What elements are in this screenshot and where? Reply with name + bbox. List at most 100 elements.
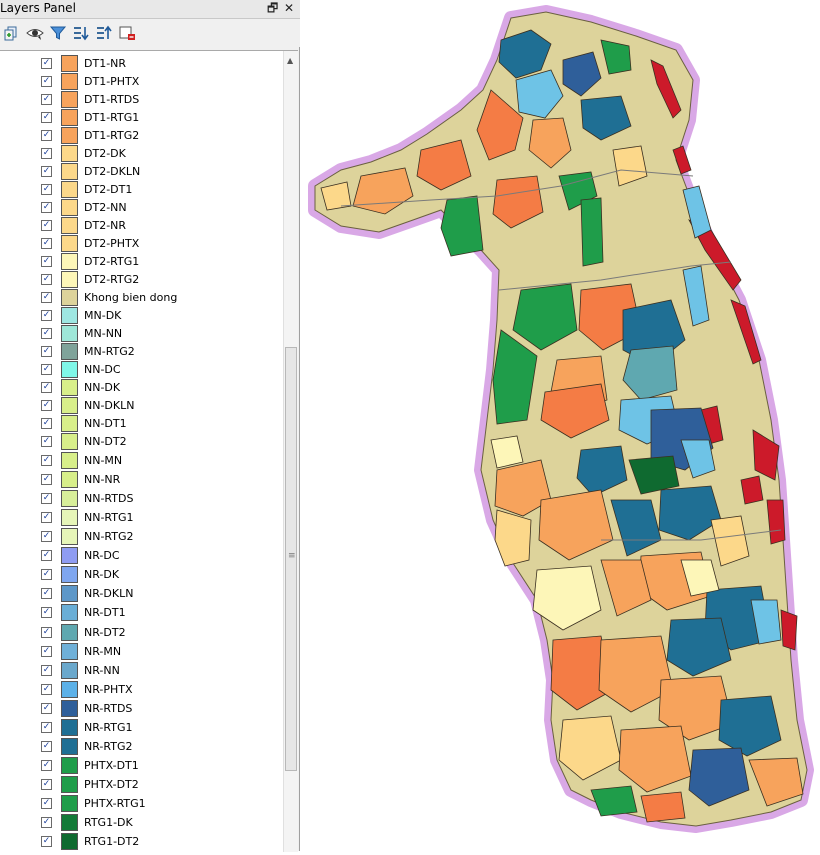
layer-row[interactable]: ✓ PHTX-DT2	[0, 776, 283, 794]
layer-row[interactable]: ✓ NN-MN	[0, 452, 283, 470]
layer-visibility-checkbox[interactable]: ✓	[41, 400, 52, 411]
layer-visibility-checkbox[interactable]: ✓	[41, 382, 52, 393]
layer-row[interactable]: ✓ DT2-RTG1	[0, 253, 283, 271]
layer-row[interactable]: ✓ MN-DK	[0, 307, 283, 325]
layer-row[interactable]: ✓ DT2-NR	[0, 217, 283, 235]
layer-visibility-checkbox[interactable]: ✓	[41, 455, 52, 466]
layer-row[interactable]: ✓ NR-DK	[0, 566, 283, 584]
layer-list[interactable]: ✓ DT1-NR ✓ DT1-PHTX ✓ DT1-RTDS ✓ DT1-RTG1 ✓ DT1-R…	[0, 50, 298, 852]
layer-row[interactable]: ✓ DT2-RTG2	[0, 271, 283, 289]
remove-layer-icon[interactable]	[118, 24, 136, 42]
layer-visibility-checkbox[interactable]: ✓	[41, 550, 52, 561]
layer-row[interactable]: ✓ DT1-NR	[0, 55, 283, 73]
layer-visibility-checkbox[interactable]: ✓	[41, 166, 52, 177]
layer-row[interactable]: ✓ DT2-DKLN	[0, 163, 283, 181]
layer-visibility-checkbox[interactable]: ✓	[41, 418, 52, 429]
layer-row[interactable]: ✓ NR-DC	[0, 547, 283, 565]
layer-visibility-checkbox[interactable]: ✓	[41, 512, 52, 523]
scroll-up-arrow-icon[interactable]: ▲	[287, 56, 293, 65]
layer-visibility-checkbox[interactable]: ✓	[41, 220, 52, 231]
layer-visibility-checkbox[interactable]: ✓	[41, 665, 52, 676]
layer-row[interactable]: ✓ NR-MN	[0, 643, 283, 661]
layer-row[interactable]: ✓ DT2-PHTX	[0, 235, 283, 253]
layer-row[interactable]: ✓ DT2-NN	[0, 199, 283, 217]
layer-row[interactable]: ✓ NN-DT2	[0, 433, 283, 451]
layer-visibility-checkbox[interactable]: ✓	[41, 817, 52, 828]
layer-row[interactable]: ✓ DT1-RTG1	[0, 109, 283, 127]
expand-all-icon[interactable]	[72, 24, 90, 42]
layer-visibility-checkbox[interactable]: ✓	[41, 256, 52, 267]
layer-row[interactable]: ✓ DT1-PHTX	[0, 73, 283, 91]
layer-row[interactable]: ✓ Khong bien dong	[0, 289, 283, 307]
layer-row[interactable]: ✓ NR-DT1	[0, 604, 283, 622]
layer-visibility-checkbox[interactable]: ✓	[41, 328, 52, 339]
layer-visibility-checkbox[interactable]: ✓	[41, 493, 52, 504]
layer-visibility-checkbox[interactable]: ✓	[41, 94, 52, 105]
close-icon[interactable]: ✕	[284, 1, 294, 15]
layer-visibility-checkbox[interactable]: ✓	[41, 364, 52, 375]
collapse-all-icon[interactable]	[95, 24, 113, 42]
layer-row[interactable]: ✓ DT1-RTDS	[0, 91, 283, 109]
layer-visibility-checkbox[interactable]: ✓	[41, 148, 52, 159]
layer-visibility-checkbox[interactable]: ✓	[41, 779, 52, 790]
layer-row[interactable]: ✓ NN-RTG2	[0, 528, 283, 546]
scrollbar-thumb[interactable]: ≡	[285, 347, 297, 771]
layer-visibility-checkbox[interactable]: ✓	[41, 346, 52, 357]
layer-row[interactable]: ✓ RTG1-DK	[0, 814, 283, 832]
layer-row[interactable]: ✓ MN-RTG2	[0, 343, 283, 361]
map-canvas[interactable]	[301, 0, 820, 851]
layer-row[interactable]: ✓ DT2-DK	[0, 145, 283, 163]
layer-row[interactable]: ✓ NN-DC	[0, 361, 283, 379]
layer-visibility-checkbox[interactable]: ✓	[41, 741, 52, 752]
layer-row[interactable]: ✓ NR-DKLN	[0, 585, 283, 603]
layer-row[interactable]: ✓ NR-NN	[0, 662, 283, 680]
layer-visibility-checkbox[interactable]: ✓	[41, 184, 52, 195]
layer-visibility-checkbox[interactable]: ✓	[41, 627, 52, 638]
layer-visibility-checkbox[interactable]: ✓	[41, 130, 52, 141]
layer-visibility-checkbox[interactable]: ✓	[41, 310, 52, 321]
layer-visibility-checkbox[interactable]: ✓	[41, 202, 52, 213]
layer-row[interactable]: ✓ NR-RTG2	[0, 738, 283, 756]
layer-visibility-checkbox[interactable]: ✓	[41, 292, 52, 303]
layer-visibility-checkbox[interactable]: ✓	[41, 58, 52, 69]
layer-visibility-checkbox[interactable]: ✓	[41, 798, 52, 809]
layer-row[interactable]: ✓ RTG1-DT2	[0, 833, 283, 851]
layer-visibility-checkbox[interactable]: ✓	[41, 836, 52, 847]
layer-visibility-checkbox[interactable]: ✓	[41, 436, 52, 447]
layer-visibility-checkbox[interactable]: ✓	[41, 607, 52, 618]
layer-visibility-checkbox[interactable]: ✓	[41, 531, 52, 542]
visibility-eye-icon[interactable]	[26, 24, 44, 42]
vertical-scrollbar[interactable]: ▲ ≡	[283, 51, 298, 852]
layer-row[interactable]: ✓ NR-PHTX	[0, 681, 283, 699]
layer-visibility-checkbox[interactable]: ✓	[41, 474, 52, 485]
layer-visibility-checkbox[interactable]: ✓	[41, 238, 52, 249]
layer-visibility-checkbox[interactable]: ✓	[41, 274, 52, 285]
layer-visibility-checkbox[interactable]: ✓	[41, 760, 52, 771]
layer-visibility-checkbox[interactable]: ✓	[41, 703, 52, 714]
layer-row[interactable]: ✓ NN-DT1	[0, 415, 283, 433]
layer-row[interactable]: ✓ DT2-DT1	[0, 181, 283, 199]
layer-visibility-checkbox[interactable]: ✓	[41, 112, 52, 123]
land-use-map[interactable]	[301, 0, 820, 851]
restore-icon[interactable]: 🗗	[267, 1, 278, 15]
layer-visibility-checkbox[interactable]: ✓	[41, 722, 52, 733]
layer-row[interactable]: ✓ NR-DT2	[0, 624, 283, 642]
filter-icon[interactable]	[49, 24, 67, 42]
layer-visibility-checkbox[interactable]: ✓	[41, 588, 52, 599]
layer-row[interactable]: ✓ PHTX-RTG1	[0, 795, 283, 813]
layer-row[interactable]: ✓ NR-RTG1	[0, 719, 283, 737]
layer-row[interactable]: ✓ NR-RTDS	[0, 700, 283, 718]
layer-visibility-checkbox[interactable]: ✓	[41, 76, 52, 87]
layer-visibility-checkbox[interactable]: ✓	[41, 569, 52, 580]
layer-row[interactable]: ✓ NN-DK	[0, 379, 283, 397]
layer-row[interactable]: ✓ NN-DKLN	[0, 397, 283, 415]
layer-visibility-checkbox[interactable]: ✓	[41, 646, 52, 657]
layer-row[interactable]: ✓ PHTX-DT1	[0, 757, 283, 775]
layer-row[interactable]: ✓ NN-RTDS	[0, 490, 283, 508]
add-group-icon[interactable]	[3, 24, 21, 42]
layer-visibility-checkbox[interactable]: ✓	[41, 684, 52, 695]
layer-row[interactable]: ✓ NN-RTG1	[0, 509, 283, 527]
layer-row[interactable]: ✓ DT1-RTG2	[0, 127, 283, 145]
layer-row[interactable]: ✓ NN-NR	[0, 471, 283, 489]
layer-row[interactable]: ✓ MN-NN	[0, 325, 283, 343]
